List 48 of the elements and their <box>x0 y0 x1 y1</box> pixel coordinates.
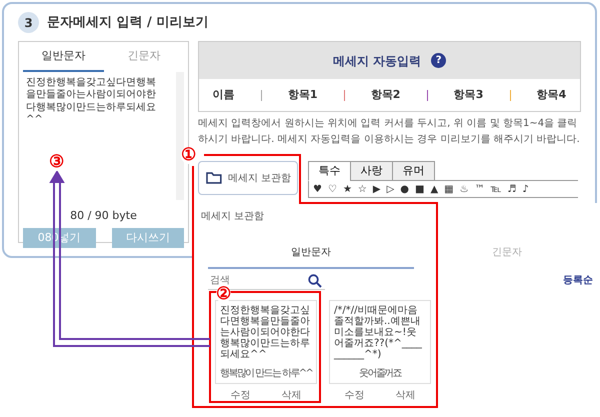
message-card[interactable]: /*/*//비때문에마음졸적할까봐..예쁜내미소를보내요~!웃어줄꺼죠??(*^__________^*) 웃어줄꺼죠 <box>329 300 431 384</box>
callout-number: ① <box>181 147 196 164</box>
card-message: /*/*//비때문에마음졸적할까봐..예쁜내미소를보내요~!웃어줄꺼죠??(*^__________^*) <box>334 304 423 360</box>
symbol-key[interactable]: ℡ <box>490 182 502 196</box>
field-item[interactable]: 항목1 <box>286 86 318 104</box>
symbol-key[interactable]: ♥ <box>313 182 322 196</box>
edit-link[interactable]: 수정 <box>230 388 250 402</box>
symbol-key[interactable]: ★ <box>342 182 352 196</box>
field-item[interactable]: 이름 <box>212 86 236 104</box>
storage-label: 메세지 보관함 <box>201 210 266 224</box>
symbol-key[interactable]: ▲ <box>430 182 438 196</box>
card-message: 진정한행복을갖고싶다면행복을만들줄아는사람이되어야한다행복많이만드는하루되세요^^ <box>220 304 311 360</box>
symbol-tab[interactable]: 특수 <box>308 161 351 181</box>
instructions-text: 메세지 입력창에서 원하시는 위치에 입력 커서를 두시고, 위 이름 및 항목1~4을 클릭하시기 바랍니다. 메세지 자동입력을 이용하시는 경우 미리보기를 해주시기 바랍니다. <box>198 117 581 146</box>
symbol-key[interactable]: ♡ <box>328 182 337 196</box>
symbol-tab[interactable]: 유머 <box>392 161 435 181</box>
symbol-key[interactable]: ☆ <box>358 182 367 196</box>
storage-tab[interactable]: 일반문자 <box>290 245 331 260</box>
folder-icon <box>206 172 222 184</box>
sort-option[interactable]: 등록순 <box>563 273 593 288</box>
field-item[interactable]: 항목2 <box>370 86 402 104</box>
byte-counter: 80 / 90 byte <box>69 208 138 224</box>
auto-input-title: 메세지 자동입력 <box>332 52 422 70</box>
edit-link[interactable]: 수정 <box>344 388 364 402</box>
storage-button[interactable]: 메세지 보관함 <box>198 161 298 195</box>
search-icon[interactable] <box>308 274 322 288</box>
section-title: 문자메세지 입력 / 미리보기 <box>47 14 208 32</box>
symbol-key[interactable]: ▶ <box>372 182 381 196</box>
message-card[interactable]: 진정한행복을갖고싶다면행복을만들줄아는사람이되어야한다행복많이만드는하루되세요^^ 행복많이 만드는 하루^^ <box>215 300 317 384</box>
symbol-key[interactable]: ▷ <box>386 182 394 196</box>
help-icon[interactable]: ? <box>431 53 446 68</box>
symbol-key[interactable]: ™ <box>474 182 485 196</box>
card-title: 행복많이 만드는 하루^^ <box>220 366 312 380</box>
symbol-key[interactable]: ● <box>400 182 410 196</box>
message-type-tab[interactable]: 일반문자 <box>23 42 104 72</box>
card-title: 웃어줄꺼죠 <box>358 366 402 380</box>
symbol-key[interactable]: ♨ <box>460 182 469 196</box>
step-number: 3 <box>18 12 39 33</box>
field-item[interactable]: 항목4 <box>536 86 568 104</box>
symbol-key[interactable]: ▦ <box>444 182 454 196</box>
delete-link[interactable]: 삭제 <box>282 388 302 402</box>
symbol-key[interactable]: ♪ <box>522 182 529 196</box>
symbol-key[interactable]: ■ <box>415 182 424 196</box>
field-item[interactable]: 항목3 <box>452 86 484 104</box>
symbol-key[interactable]: ♬ <box>507 182 516 196</box>
delete-link[interactable]: 삭제 <box>396 388 416 402</box>
symbol-tab[interactable]: 사랑 <box>350 161 393 181</box>
callout-number: ③ <box>49 154 64 171</box>
